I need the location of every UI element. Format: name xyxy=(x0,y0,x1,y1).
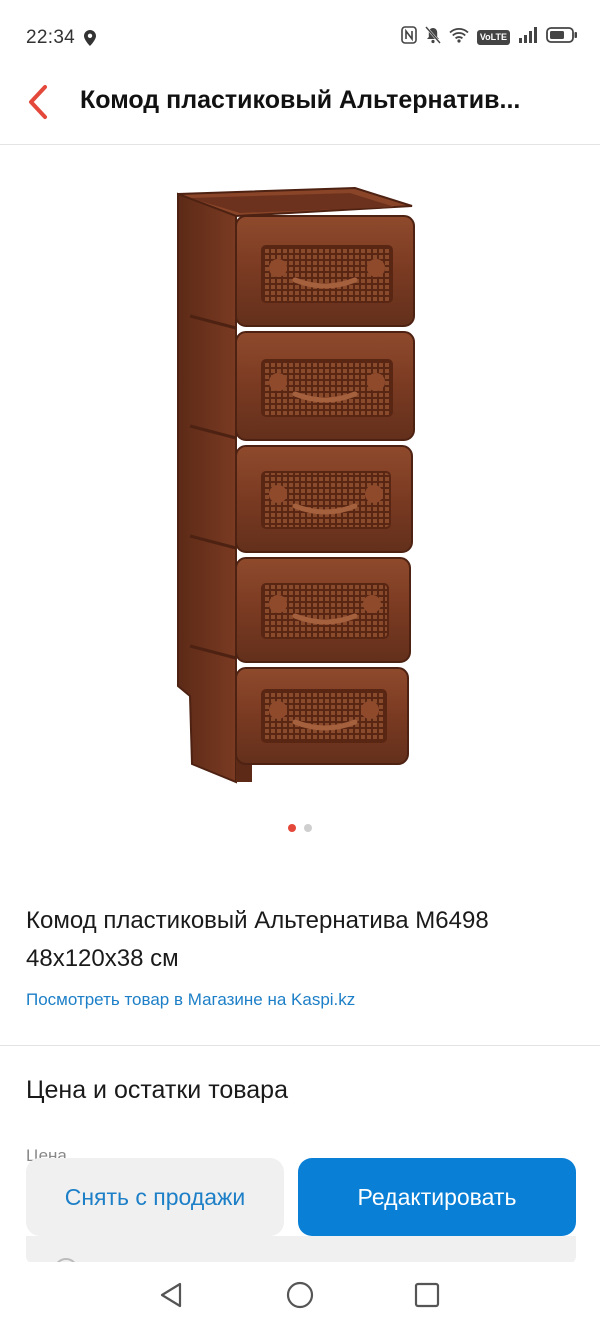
divider xyxy=(0,1045,600,1046)
location-icon xyxy=(84,30,96,51)
drawer-5 xyxy=(235,667,409,765)
status-icons: VoLTE xyxy=(401,26,578,49)
nav-home-button[interactable] xyxy=(283,1278,317,1312)
product-image[interactable] xyxy=(150,176,450,796)
remove-from-sale-button[interactable]: Снять с продажи xyxy=(26,1158,284,1236)
system-nav-bar xyxy=(0,1262,600,1326)
page-title: Комод пластиковый Альтернатив... xyxy=(80,86,521,114)
chevron-left-icon xyxy=(29,85,47,119)
gallery-indicator xyxy=(0,824,600,832)
nav-back-button[interactable] xyxy=(154,1278,188,1312)
gallery-dot[interactable] xyxy=(304,824,312,832)
edit-button[interactable]: Редактировать xyxy=(298,1158,576,1236)
status-bar: 22:34 VoLTE xyxy=(0,0,600,78)
drawer-2 xyxy=(235,331,415,441)
store-link[interactable]: Посмотреть товар в Магазине на Kaspi.kz xyxy=(26,990,355,1010)
wifi-icon xyxy=(449,27,469,48)
home-circle-icon xyxy=(286,1281,314,1309)
product-name: Комод пластиковый Альтернатива М6498 48х… xyxy=(26,907,489,972)
recents-square-icon xyxy=(414,1282,440,1308)
nav-recents-button[interactable] xyxy=(410,1278,444,1312)
app-bar: Комод пластиковый Альтернатив... xyxy=(0,78,600,145)
drawer-1 xyxy=(235,215,415,327)
nfc-icon xyxy=(401,26,417,49)
drawer-4 xyxy=(235,557,411,663)
section-title: Цена и остатки товара xyxy=(26,1076,288,1104)
back-triangle-icon xyxy=(160,1282,182,1308)
mute-icon xyxy=(424,26,441,49)
gallery-dot-active[interactable] xyxy=(288,824,296,832)
battery-icon xyxy=(546,27,578,48)
back-button[interactable] xyxy=(18,80,58,124)
status-time: 22:34 xyxy=(26,27,76,48)
signal-icon xyxy=(518,27,538,48)
stock-card xyxy=(26,1236,576,1264)
volte-badge: VoLTE xyxy=(476,30,510,45)
drawer-3 xyxy=(235,445,413,553)
